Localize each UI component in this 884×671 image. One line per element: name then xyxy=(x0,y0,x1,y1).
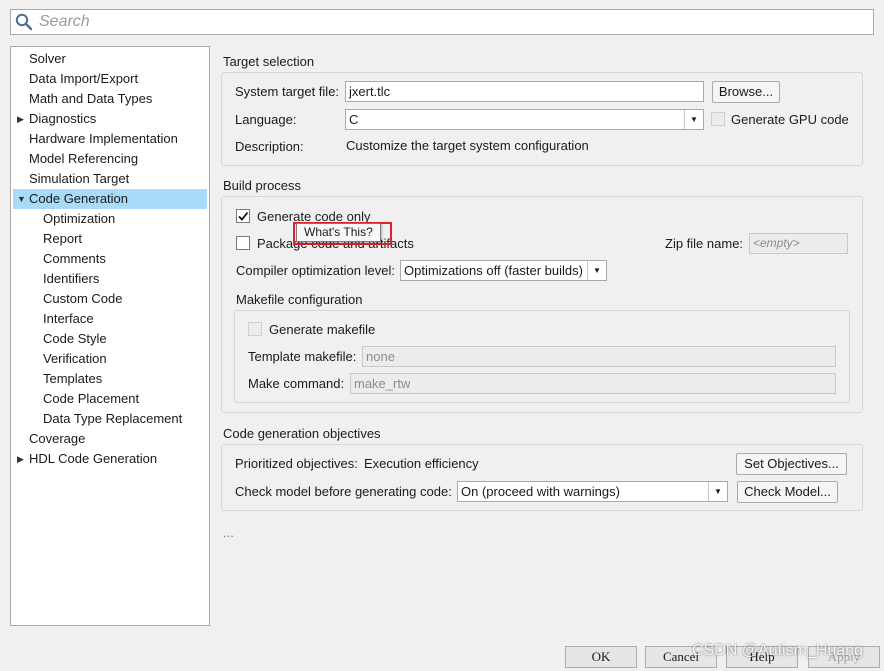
checkmark-icon xyxy=(238,211,249,221)
system-target-label: System target file: xyxy=(235,84,340,99)
make-command-field[interactable]: make_rtw xyxy=(350,373,836,394)
tree-item-custom-code[interactable]: Custom Code xyxy=(11,289,209,309)
generate-makefile-label: Generate makefile xyxy=(269,322,376,337)
tree-item-math-and-data-types[interactable]: Math and Data Types xyxy=(11,89,209,109)
language-value: C xyxy=(349,112,359,127)
tree-item-coverage[interactable]: Coverage xyxy=(11,429,209,449)
tree-item-code-style[interactable]: Code Style xyxy=(11,329,209,349)
tree-item-comments[interactable]: Comments xyxy=(11,249,209,269)
browse-button[interactable]: Browse... xyxy=(712,81,780,103)
objectives-title: Code generation objectives xyxy=(223,426,381,441)
tree-item-label: Code Generation xyxy=(29,191,129,206)
template-makefile-field[interactable]: none xyxy=(362,346,836,367)
check-model-button[interactable]: Check Model... xyxy=(737,481,838,503)
tree-item-model-referencing[interactable]: Model Referencing xyxy=(11,149,209,169)
chevron-down-icon[interactable]: ▼ xyxy=(587,261,606,280)
tree-item-label: Optimization xyxy=(43,211,116,226)
prioritized-objectives-label: Prioritized objectives: xyxy=(235,456,358,471)
set-objectives-button[interactable]: Set Objectives... xyxy=(736,453,847,475)
zip-file-label: Zip file name: xyxy=(665,236,744,251)
watermark: CSDN @Autism_Huang xyxy=(692,642,863,659)
tree-item-optimization[interactable]: Optimization xyxy=(11,209,209,229)
expanded-arrow-icon[interactable]: ▼ xyxy=(17,189,26,209)
make-command-label: Make command: xyxy=(248,376,345,391)
package-checkbox[interactable] xyxy=(236,236,250,250)
tree-item-identifiers[interactable]: Identifiers xyxy=(11,269,209,289)
tree-item-hardware-implementation[interactable]: Hardware Implementation xyxy=(11,129,209,149)
collapsed-arrow-icon[interactable]: ▶ xyxy=(17,449,24,469)
prioritized-objectives-value: Execution efficiency xyxy=(364,456,479,471)
tree-item-diagnostics[interactable]: ▶ Diagnostics xyxy=(11,109,209,129)
tree-item-label: Report xyxy=(43,231,83,246)
tree-item-report[interactable]: Report xyxy=(11,229,209,249)
tree-item-label: HDL Code Generation xyxy=(29,451,158,466)
tree-item-templates[interactable]: Templates xyxy=(11,369,209,389)
tree-item-label: Identifiers xyxy=(43,271,100,286)
language-label: Language: xyxy=(235,112,297,127)
tree-item-label: Comments xyxy=(43,251,106,266)
description-label: Description: xyxy=(235,139,304,154)
ok-button[interactable]: OK xyxy=(565,646,637,668)
tree-item-label: Solver xyxy=(29,51,66,66)
tree-item-label: Coverage xyxy=(29,431,86,446)
tree-item-label: Custom Code xyxy=(43,291,123,306)
tree-item-label: Templates xyxy=(43,371,103,386)
tree-item-label: Data Type Replacement xyxy=(43,411,183,426)
compiler-optimization-label: Compiler optimization level: xyxy=(236,263,395,278)
tree-item-code-generation[interactable]: ▼ Code Generation xyxy=(13,189,207,209)
chevron-down-icon[interactable]: ▼ xyxy=(708,482,727,501)
compiler-optimization-value: Optimizations off (faster builds) xyxy=(404,263,583,278)
tree-item-label: Diagnostics xyxy=(29,111,97,126)
compiler-optimization-select[interactable]: Optimizations off (faster builds) ▼ xyxy=(400,260,607,281)
tree-item-simulation-target[interactable]: Simulation Target xyxy=(11,169,209,189)
tree-item-label: Data Import/Export xyxy=(29,71,139,86)
gpu-label: Generate GPU code xyxy=(731,112,849,127)
search-bar[interactable]: Search xyxy=(10,9,874,35)
chevron-down-icon[interactable]: ▼ xyxy=(684,110,703,129)
check-model-label: Check model before generating code: xyxy=(235,484,452,499)
makefile-config-title: Makefile configuration xyxy=(236,292,363,307)
more-ellipsis: ... xyxy=(223,525,234,540)
check-model-value: On (proceed with warnings) xyxy=(461,484,620,499)
tree-item-data-import-export[interactable]: Data Import/Export xyxy=(11,69,209,89)
search-icon xyxy=(11,10,37,34)
tree-item-interface[interactable]: Interface xyxy=(11,309,209,329)
whats-this-tooltip[interactable]: What's This? xyxy=(296,223,381,242)
tree-item-label: Model Referencing xyxy=(29,151,139,166)
description-value: Customize the target system configuratio… xyxy=(346,138,589,153)
gpu-checkbox[interactable] xyxy=(711,112,725,126)
tree-item-label: Code Placement xyxy=(43,391,140,406)
category-tree[interactable]: Solver Data Import/Export Math and Data Ty… xyxy=(10,46,210,626)
tree-item-code-placement[interactable]: Code Placement xyxy=(11,389,209,409)
template-makefile-label: Template makefile: xyxy=(248,349,357,364)
build-process-title: Build process xyxy=(223,178,302,193)
tree-item-verification[interactable]: Verification xyxy=(11,349,209,369)
collapsed-arrow-icon[interactable]: ▶ xyxy=(17,109,24,129)
tree-item-data-type-replacement[interactable]: Data Type Replacement xyxy=(11,409,209,429)
generate-makefile-checkbox[interactable] xyxy=(248,322,262,336)
language-select[interactable]: C ▼ xyxy=(345,109,704,130)
tree-item-solver[interactable]: Solver xyxy=(11,49,209,69)
tree-item-label: Verification xyxy=(43,351,107,366)
tree-item-label: Code Style xyxy=(43,331,107,346)
tree-item-label: Simulation Target xyxy=(29,171,130,186)
target-selection-title: Target selection xyxy=(223,54,315,69)
search-placeholder[interactable]: Search xyxy=(39,13,90,31)
check-model-select[interactable]: On (proceed with warnings) ▼ xyxy=(457,481,728,502)
tree-item-hdl-code-generation[interactable]: ▶ HDL Code Generation xyxy=(11,449,209,469)
system-target-field[interactable]: jxert.tlc xyxy=(345,81,704,102)
generate-code-only-checkbox[interactable] xyxy=(236,209,250,223)
tree-item-label: Interface xyxy=(43,311,94,326)
zip-file-field[interactable]: <empty> xyxy=(749,233,848,254)
tree-item-label: Hardware Implementation xyxy=(29,131,178,146)
tree-item-label: Math and Data Types xyxy=(29,91,153,106)
